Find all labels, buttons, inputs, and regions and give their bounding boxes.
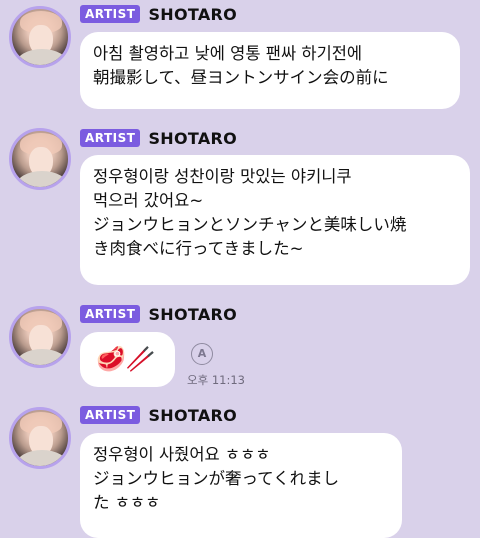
message-header: ARTIST SHOTARO [80,3,237,25]
message-text-line: 아침 촬영하고 낮에 영통 팬싸 하기전에 [93,44,363,63]
message-header: ARTIST SHOTARO [80,303,237,325]
message-text-line: 먹으러 갔어요~ [93,191,204,210]
artist-badge: ARTIST [80,5,141,23]
message-text-line: た ㅎㅎㅎ [93,493,161,512]
sender-name: SHOTARO [148,405,238,425]
translate-icon[interactable]: A [191,343,213,365]
sender-name: SHOTARO [148,4,238,24]
avatar[interactable] [9,306,71,368]
message-text-line: 정우형이 사줬어요 ㅎㅎㅎ [93,445,271,464]
avatar[interactable] [9,407,71,469]
meat-chopsticks-emoji: 🥩🥢 [96,345,156,373]
message-bubble[interactable]: 아침 촬영하고 낮에 영통 팬싸 하기전에 朝撮影して、昼ヨントンサイン会の前に [80,32,460,109]
message-text-line: 정우형이랑 성찬이랑 맛있는 야키니쿠 [93,167,352,186]
artist-badge: ARTIST [80,129,141,147]
artist-badge: ARTIST [80,406,141,424]
message-text-line: 朝撮影して、昼ヨントンサイン会の前に [93,68,389,87]
message-bubble[interactable]: 정우형이랑 성찬이랑 맛있는 야키니쿠 먹으러 갔어요~ ジョンウヒョンとソンチ… [80,155,470,285]
artist-badge: ARTIST [80,305,141,323]
avatar[interactable] [9,6,71,68]
message-text-line: ジョンウヒョンが奢ってくれまし [93,469,340,488]
message-text-line: ジョンウヒョンとソンチャンと美味しい焼 [93,215,407,234]
message-bubble[interactable]: 🥩🥢 [80,332,175,387]
timestamp: 오후 11:13 [187,373,245,387]
message-bubble[interactable]: 정우형이 사줬어요 ㅎㅎㅎ ジョンウヒョンが奢ってくれまし た ㅎㅎㅎ [80,433,402,538]
message-header: ARTIST SHOTARO [80,404,237,426]
avatar[interactable] [9,128,71,190]
message-header: ARTIST SHOTARO [80,127,237,149]
sender-name: SHOTARO [148,304,238,324]
sender-name: SHOTARO [148,128,238,148]
message-text-line: き肉食べに行ってきました~ [93,239,304,258]
